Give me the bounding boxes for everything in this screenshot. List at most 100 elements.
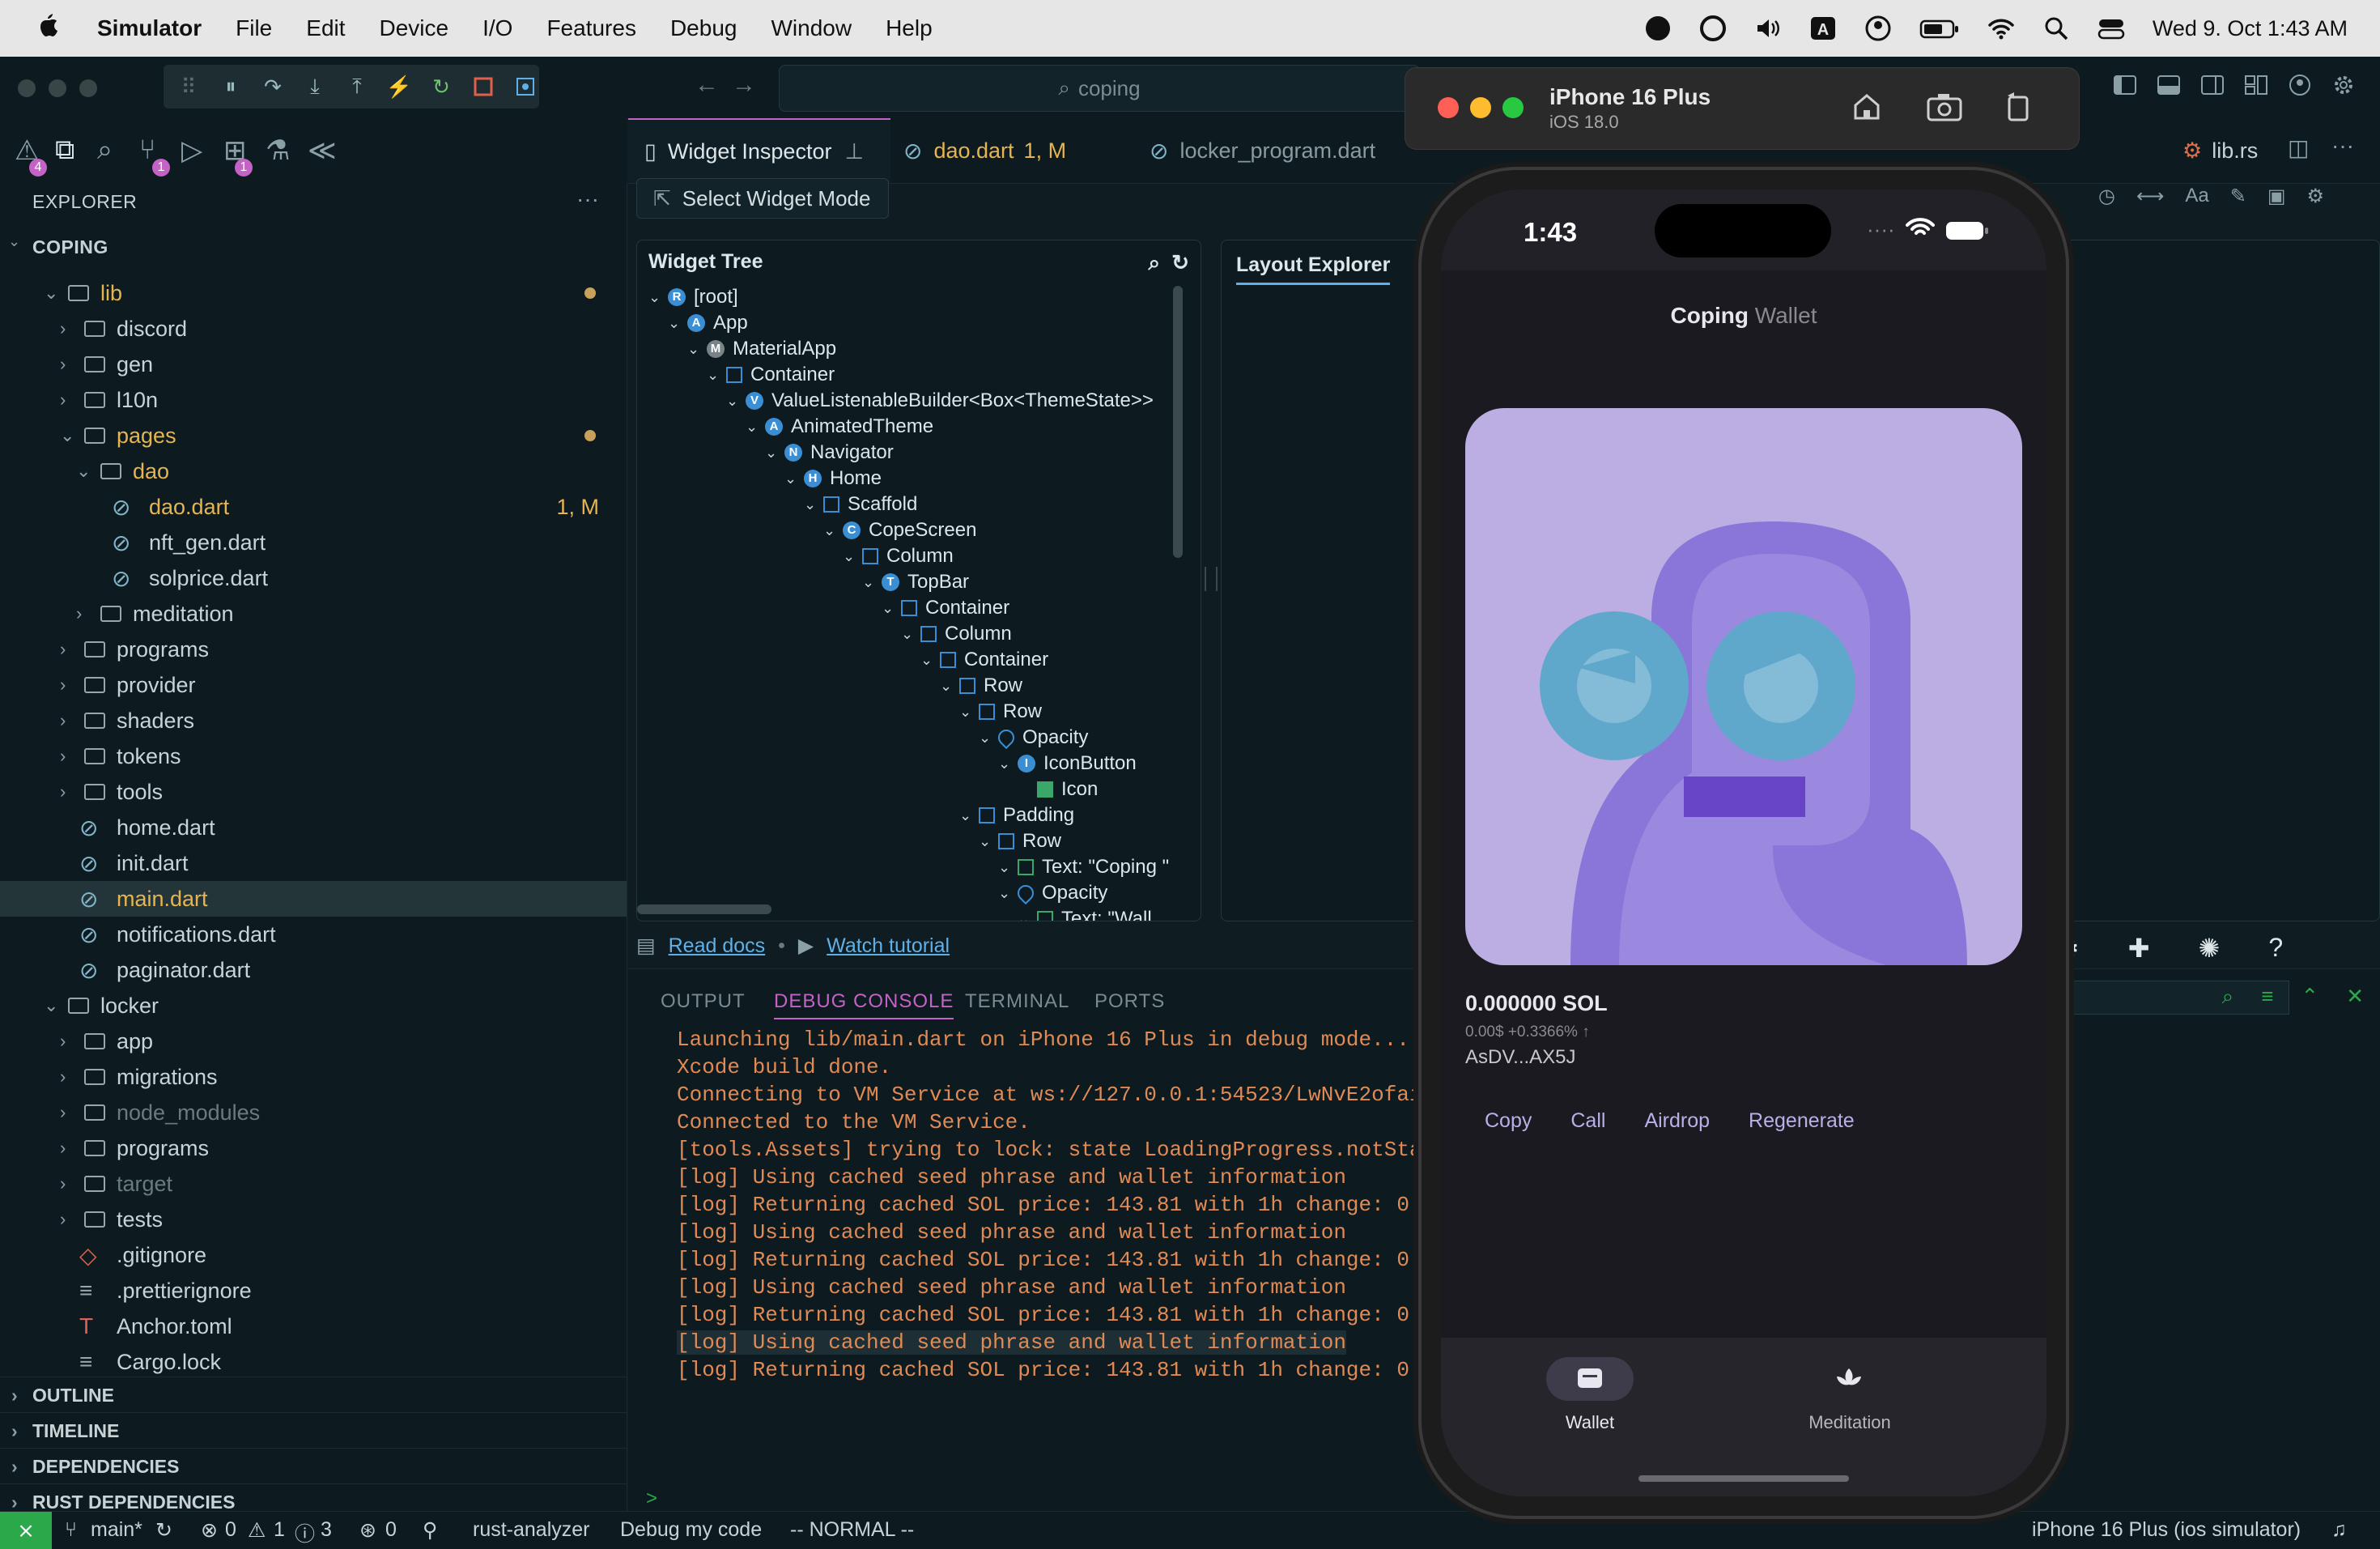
widget-tree-node[interactable]: ⌄ Opacity: [998, 880, 1107, 906]
split-handle[interactable]: [1205, 567, 1218, 591]
zoom-window-button[interactable]: [79, 79, 97, 97]
chevron-down-icon[interactable]: ⌄: [920, 652, 933, 669]
chevron-right-icon[interactable]: ›: [60, 1138, 66, 1159]
maximize-panel-icon[interactable]: ⌃: [2301, 984, 2318, 1010]
tree-item[interactable]: › shaders: [0, 703, 627, 738]
copy-button[interactable]: Copy: [1465, 1101, 1551, 1141]
user-icon[interactable]: [1864, 15, 1892, 42]
invert-images-icon[interactable]: ▣: [2267, 185, 2286, 208]
chevron-right-icon[interactable]: ›: [60, 746, 66, 767]
widget-tree-node[interactable]: ⌄ N Navigator: [765, 440, 894, 466]
drag-handle-icon[interactable]: ⠿: [176, 74, 201, 99]
chevron-right-icon[interactable]: ›: [60, 1102, 66, 1123]
home-indicator[interactable]: [1638, 1475, 1849, 1482]
chevron-right-icon[interactable]: ›: [60, 1173, 66, 1194]
info-icon[interactable]: ⓘ: [295, 1518, 315, 1547]
tree-item[interactable]: ⊘ dao.dart 1, M: [0, 489, 627, 525]
airdrop-button[interactable]: Airdrop: [1625, 1101, 1729, 1141]
chevron-down-icon[interactable]: ⌄: [882, 600, 895, 617]
chevron-right-icon[interactable]: ›: [60, 318, 66, 339]
step-into-icon[interactable]: ⤓: [303, 74, 327, 99]
widget-tree-node[interactable]: ⌄ Column: [901, 621, 1012, 647]
tree-item[interactable]: › provider: [0, 667, 627, 703]
tree-item[interactable]: ≡ Cargo.lock: [0, 1344, 627, 1380]
step-over-icon[interactable]: ↷: [261, 74, 285, 99]
tree-item[interactable]: ⌄ lib: [0, 275, 627, 311]
menu-features[interactable]: Features: [546, 15, 636, 41]
menubar-clock[interactable]: Wed 9. Oct 1:43 AM: [2153, 16, 2348, 41]
tree-vertical-scrollbar[interactable]: [1173, 286, 1183, 558]
chevron-down-icon[interactable]: ⌄: [44, 283, 58, 304]
chevron-down-icon[interactable]: ⌄: [8, 233, 20, 250]
debug-mode-status[interactable]: Debug my code: [620, 1518, 762, 1542]
close-window-button[interactable]: [18, 79, 36, 97]
tree-item[interactable]: › programs: [0, 632, 627, 667]
forward-arrow-icon[interactable]: →: [732, 71, 756, 99]
widget-tree-node[interactable]: Icon: [1018, 777, 1098, 802]
battery-icon[interactable]: [1919, 15, 1960, 42]
accounts-icon[interactable]: [2288, 73, 2312, 101]
tree-item[interactable]: ⊘ solprice.dart: [0, 560, 627, 596]
tree-item[interactable]: ⊘ nft_gen.dart: [0, 525, 627, 560]
chevron-down-icon[interactable]: ⌄: [76, 461, 91, 482]
editor-more-icon[interactable]: ···: [2331, 133, 2354, 159]
menu-debug[interactable]: Debug: [670, 15, 737, 41]
chevron-right-icon[interactable]: ›: [60, 674, 66, 696]
app-menu[interactable]: Simulator: [97, 15, 202, 41]
widget-tree-node[interactable]: ⌄ Row: [979, 828, 1061, 854]
chevron-down-icon[interactable]: ⌄: [979, 833, 992, 850]
slow-animations-icon[interactable]: ◷: [2098, 185, 2115, 208]
input-source-icon[interactable]: A: [1809, 15, 1837, 42]
tree-item[interactable]: ≡ .prettierignore: [0, 1273, 627, 1309]
tab-widget-inspector[interactable]: ▯ Widget Inspector ⊥: [628, 118, 890, 183]
command-center-search[interactable]: ⌕ coping: [779, 65, 1420, 112]
tree-item[interactable]: ⊘ main.dart: [0, 881, 627, 917]
chevron-right-icon[interactable]: ›: [60, 639, 66, 660]
tab-dao-dart[interactable]: ⊘ dao.dart 1, M: [895, 118, 1138, 183]
minimize-window-button[interactable]: [49, 79, 66, 97]
chevron-down-icon[interactable]: ⌄: [707, 367, 720, 384]
tree-item[interactable]: ⊘ init.dart: [0, 845, 627, 881]
chevron-down-icon[interactable]: ⌄: [804, 496, 817, 513]
customize-layout-icon[interactable]: [2244, 73, 2268, 101]
tree-item[interactable]: ◇ .gitignore: [0, 1237, 627, 1273]
tree-item[interactable]: › tools: [0, 774, 627, 810]
grammarly-icon[interactable]: [1699, 15, 1727, 42]
menu-io[interactable]: I/O: [482, 15, 512, 41]
widget-tree-node[interactable]: ⌄ H Home: [784, 466, 882, 492]
read-docs-link[interactable]: Read docs: [669, 934, 766, 958]
volume-icon[interactable]: [1754, 15, 1782, 42]
widget-tree-node[interactable]: ⌄ Text: "Coping ": [998, 854, 1169, 880]
tree-item[interactable]: ⊘ home.dart: [0, 810, 627, 845]
widget-tree-node[interactable]: ⌄ Scaffold: [804, 492, 917, 517]
errors-icon[interactable]: ⊗: [201, 1518, 218, 1543]
widget-tree-node[interactable]: ⌄ I IconButton: [998, 751, 1137, 777]
tree-item[interactable]: › target: [0, 1166, 627, 1202]
chevron-right-icon[interactable]: ›: [60, 1209, 66, 1230]
refresh-icon[interactable]: ↻: [1171, 250, 1189, 275]
regenerate-button[interactable]: Regenerate: [1729, 1101, 1874, 1141]
sync-icon[interactable]: ↻: [155, 1518, 172, 1543]
chevron-down-icon[interactable]: ⌄: [823, 522, 836, 539]
widget-tree-node[interactable]: ⌄ Row: [959, 699, 1042, 725]
close-panel-icon[interactable]: ✕: [2346, 984, 2364, 1010]
manage-gear-icon[interactable]: [2331, 73, 2356, 101]
chevron-down-icon[interactable]: ⌄: [784, 470, 797, 487]
warnings-icon[interactable]: ⚠: [248, 1518, 266, 1543]
widget-tree-node[interactable]: ⌄ Column: [843, 543, 954, 569]
tree-item[interactable]: › gen: [0, 347, 627, 382]
tree-item[interactable]: ⊘ notifications.dart: [0, 917, 627, 952]
tree-item[interactable]: › l10n: [0, 382, 627, 418]
nav-meditation-button[interactable]: [1805, 1357, 1893, 1401]
tree-item[interactable]: ⊘ paginator.dart: [0, 952, 627, 988]
tree-item[interactable]: › meditation: [0, 596, 627, 632]
chevron-down-icon[interactable]: ⌄: [901, 626, 914, 643]
filter-search-icon[interactable]: ⌕: [2222, 984, 2234, 1010]
notifications-icon[interactable]: ♫: [2331, 1518, 2347, 1542]
chevron-right-icon[interactable]: ›: [60, 1031, 66, 1052]
widget-tree-node[interactable]: ⌄ M MaterialApp: [687, 336, 836, 362]
device-status[interactable]: iPhone 16 Plus (ios simulator): [2032, 1518, 2301, 1542]
project-title[interactable]: COPING: [32, 236, 108, 258]
chevron-down-icon[interactable]: ⌄: [648, 289, 661, 306]
chevron-down-icon[interactable]: ⌄: [60, 425, 74, 446]
